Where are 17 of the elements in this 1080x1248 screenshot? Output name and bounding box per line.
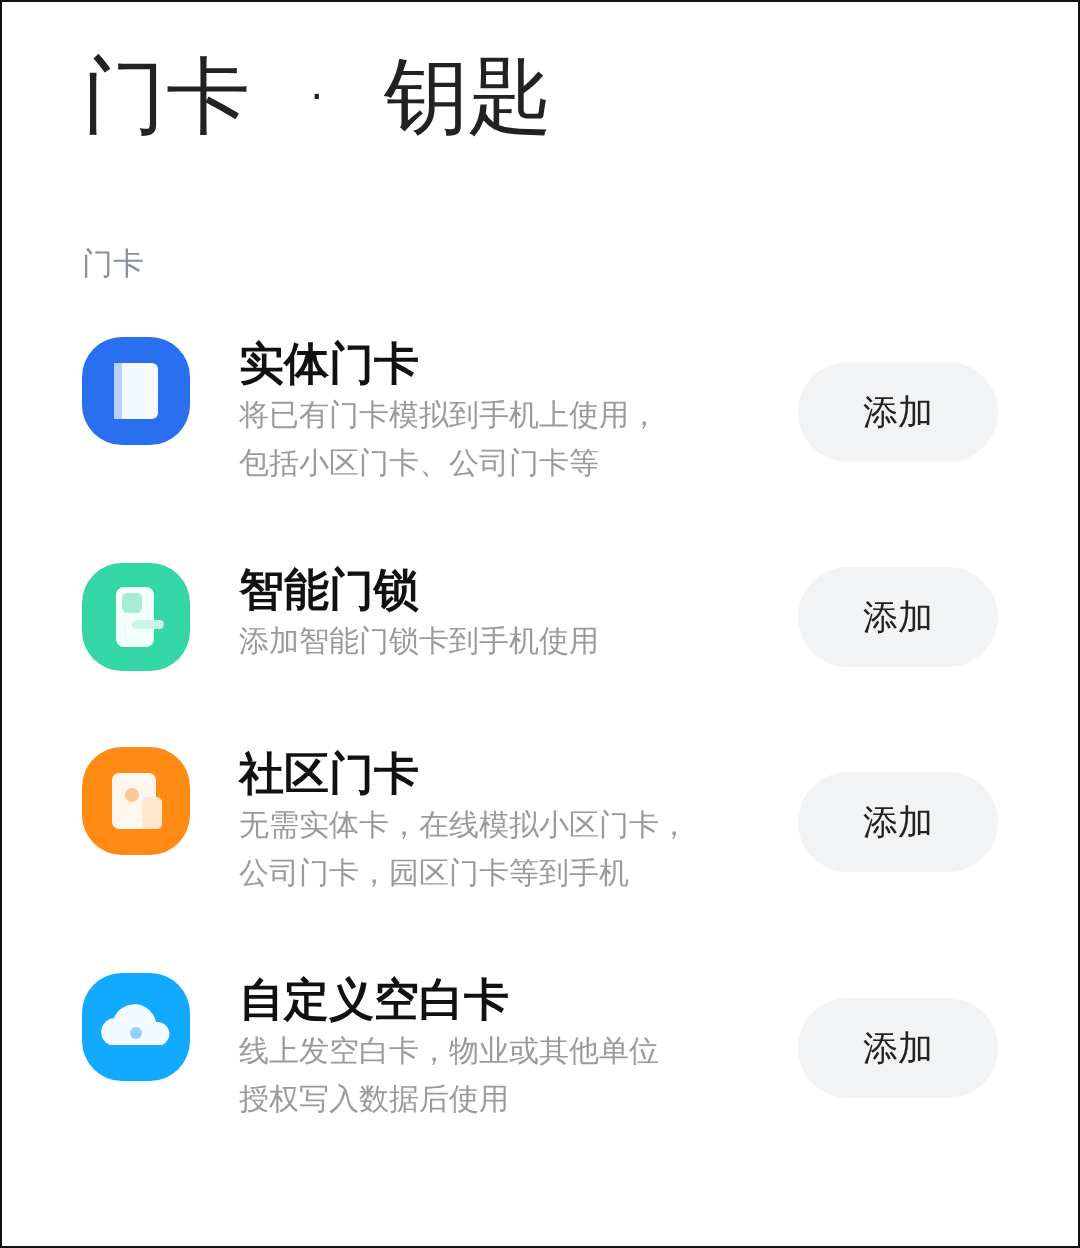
item-title: 社区门卡 [239,746,420,801]
item-title: 智能门锁 [239,562,420,617]
item-description: 无需实体卡，在线模拟小区门卡， [239,805,690,844]
section-label: 门卡 [82,244,145,284]
add-button[interactable]: 添加 [798,361,998,462]
add-button[interactable]: 添加 [798,771,998,872]
item-description: 授权写入数据后使用 [239,1079,510,1118]
page-title: 门卡 · 钥匙 [82,50,553,143]
item-description: 公司门卡，园区门卡等到手机 [239,853,630,892]
item-description: 包括小区门卡、公司门卡等 [239,443,600,482]
item-description: 添加智能门锁卡到手机使用 [239,621,600,660]
item-description: 将已有门卡模拟到手机上使用， [239,395,660,434]
item-title: 自定义空白卡 [239,972,510,1027]
item-description: 线上发空白卡，物业或其他单位 [239,1031,660,1070]
item-title: 实体门卡 [239,336,420,391]
add-button[interactable]: 添加 [798,566,998,667]
add-button[interactable]: 添加 [798,997,998,1098]
